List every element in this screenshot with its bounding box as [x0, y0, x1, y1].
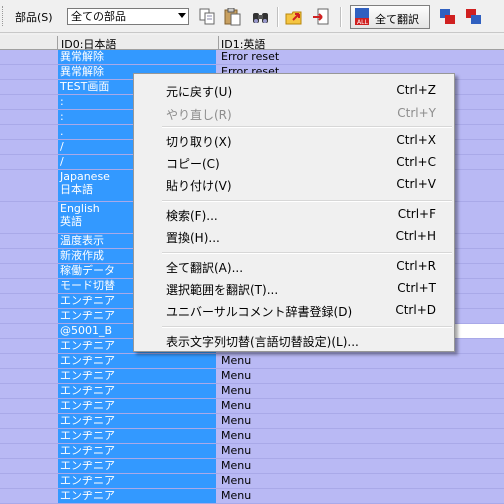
table-row[interactable]: エンヂニア Menu	[0, 474, 504, 489]
switch-language-alt-button[interactable]	[463, 6, 485, 28]
cell-jp[interactable]: エンヂニア	[58, 489, 216, 503]
menu-item-label: ユニバーサルコメント辞書登録(D)	[166, 305, 353, 319]
paste-button[interactable]	[222, 6, 244, 28]
cell-jp[interactable]: エンヂニア	[58, 414, 216, 428]
menu-item-shortcut: Ctrl+D	[395, 303, 436, 317]
import-icon	[313, 8, 329, 25]
cell-en[interactable]: Menu	[218, 369, 251, 383]
menu-item[interactable]: 選択範囲を翻訳(T)... Ctrl+T	[134, 277, 454, 299]
export-icon	[285, 11, 302, 25]
cell-en[interactable]: Menu	[218, 429, 251, 443]
menu-item-shortcut: Ctrl+X	[396, 133, 436, 147]
menu-separator	[162, 252, 452, 254]
menu-item[interactable]: 全て翻訳(A)... Ctrl+R	[134, 255, 454, 277]
cell-en[interactable]: Menu	[218, 384, 251, 398]
menu-item[interactable]: 元に戻す(U) Ctrl+Z	[134, 79, 454, 101]
translate-all-label: 全て翻訳	[375, 13, 419, 26]
menu-item-shortcut: Ctrl+R	[396, 259, 436, 273]
cell-jp[interactable]: エンヂニア	[58, 354, 216, 368]
menu-item-label: やり直し(R)	[166, 108, 232, 122]
menu-item-label: 選択範囲を翻訳(T)...	[166, 283, 279, 297]
cell-jp[interactable]: エンヂニア	[58, 384, 216, 398]
menu-item[interactable]: 貼り付け(V) Ctrl+V	[134, 173, 454, 195]
table-row[interactable]: 異常解除 Error reset	[0, 50, 504, 65]
cell-en[interactable]: Menu	[218, 474, 251, 488]
cell-jp[interactable]: エンヂニア	[58, 399, 216, 413]
cell-jp[interactable]: エンヂニア	[58, 369, 216, 383]
cell-jp[interactable]: エンヂニア	[58, 459, 216, 473]
menu-item-shortcut: Ctrl+Z	[396, 83, 436, 97]
menu-item[interactable]: コピー(C) Ctrl+C	[134, 151, 454, 173]
toolbar: 部品(S) 全ての部品 ALL 全て翻訳	[0, 0, 504, 33]
cell-jp[interactable]: エンヂニア	[58, 474, 216, 488]
menu-item[interactable]: 表示文字列切替(言語切替設定)(L)...	[134, 329, 454, 351]
menu-item-shortcut: Ctrl+Y	[397, 106, 436, 120]
menu-item-label: 検索(F)...	[166, 209, 218, 223]
menu-item-shortcut: Ctrl+C	[396, 155, 436, 169]
parts-combo[interactable]: 全ての部品	[67, 8, 189, 25]
menu-item[interactable]: 切り取り(X) Ctrl+X	[134, 129, 454, 151]
cell-en[interactable]: Menu	[218, 414, 251, 428]
chevron-down-icon[interactable]	[178, 13, 186, 18]
menu-separator	[162, 326, 452, 328]
translate-all-icon-text: ALL	[357, 19, 368, 26]
menu-item-label: 貼り付け(V)	[166, 179, 232, 193]
table-header: ID0:日本語 ID1:英語	[0, 35, 504, 51]
translate-all-icon: ALL	[355, 8, 369, 26]
copy-button[interactable]	[196, 6, 218, 28]
toolbar-separator	[277, 7, 279, 27]
menu-item[interactable]: 置換(H)... Ctrl+H	[134, 225, 454, 247]
table-row[interactable]: エンヂニア Menu	[0, 399, 504, 414]
toolbar-separator	[340, 7, 342, 27]
table-row[interactable]: エンヂニア Menu	[0, 414, 504, 429]
table-row[interactable]: エンヂニア Menu	[0, 429, 504, 444]
translate-all-button[interactable]: ALL 全て翻訳	[350, 5, 430, 29]
menu-item-shortcut: Ctrl+H	[395, 229, 436, 243]
row-header-corner[interactable]	[0, 36, 58, 50]
menu-item[interactable]: 検索(F)... Ctrl+F	[134, 203, 454, 225]
column-header-jp[interactable]: ID0:日本語	[58, 36, 219, 51]
table-row[interactable]: エンヂニア Menu	[0, 459, 504, 474]
switch-language-button[interactable]	[437, 6, 459, 28]
switch-language-alt-icon	[466, 9, 481, 24]
menu-item[interactable]: ユニバーサルコメント辞書登録(D) Ctrl+D	[134, 299, 454, 321]
context-menu: 元に戻す(U) Ctrl+Z やり直し(R) Ctrl+Y 切り取り(X) Ctrl+X コ…	[133, 73, 455, 352]
menu-item-shortcut: Ctrl+T	[397, 281, 436, 295]
cell-jp[interactable]: エンヂニア	[58, 429, 216, 443]
cell-jp[interactable]: 異常解除	[58, 50, 216, 64]
cell-en[interactable]: Menu	[218, 459, 251, 473]
parts-label: 部品(S)	[15, 11, 53, 24]
menu-item-shortcut: Ctrl+V	[396, 177, 436, 191]
switch-language-icon	[440, 9, 455, 24]
menu-item-label: 全て翻訳(A)...	[166, 261, 244, 275]
copy-icon	[199, 8, 215, 25]
cell-jp[interactable]: エンヂニア	[58, 444, 216, 458]
toolbar-grip[interactable]	[2, 6, 5, 26]
cell-en[interactable]: Menu	[218, 354, 251, 368]
menu-item-label: 切り取り(X)	[166, 135, 232, 149]
table-row[interactable]: エンヂニア Menu	[0, 354, 504, 369]
cell-en[interactable]: Menu	[218, 399, 251, 413]
cell-en[interactable]: Menu	[218, 489, 251, 503]
menu-item-label: 置換(H)...	[166, 231, 220, 245]
menu-separator	[162, 126, 452, 128]
table-row[interactable]: エンヂニア Menu	[0, 384, 504, 399]
find-button[interactable]	[250, 6, 272, 28]
cell-en[interactable]: Menu	[218, 444, 251, 458]
table-row[interactable]: エンヂニア Menu	[0, 369, 504, 384]
table-row[interactable]: エンヂニア Menu	[0, 444, 504, 459]
cell-en[interactable]: Error reset	[218, 50, 279, 64]
binoculars-icon	[253, 13, 268, 23]
menu-item-label: コピー(C)	[166, 157, 220, 171]
paste-icon	[224, 8, 241, 26]
menu-item: やり直し(R) Ctrl+Y	[134, 102, 454, 124]
menu-item-label: 元に戻す(U)	[166, 85, 233, 99]
table-row[interactable]: エンヂニア Menu	[0, 489, 504, 504]
menu-item-label: 表示文字列切替(言語切替設定)(L)...	[166, 335, 359, 349]
import-button[interactable]	[310, 6, 332, 28]
menu-item-shortcut: Ctrl+F	[397, 207, 436, 221]
parts-combo-value: 全ての部品	[71, 10, 126, 23]
export-button[interactable]	[283, 6, 305, 28]
menu-separator	[162, 200, 452, 202]
